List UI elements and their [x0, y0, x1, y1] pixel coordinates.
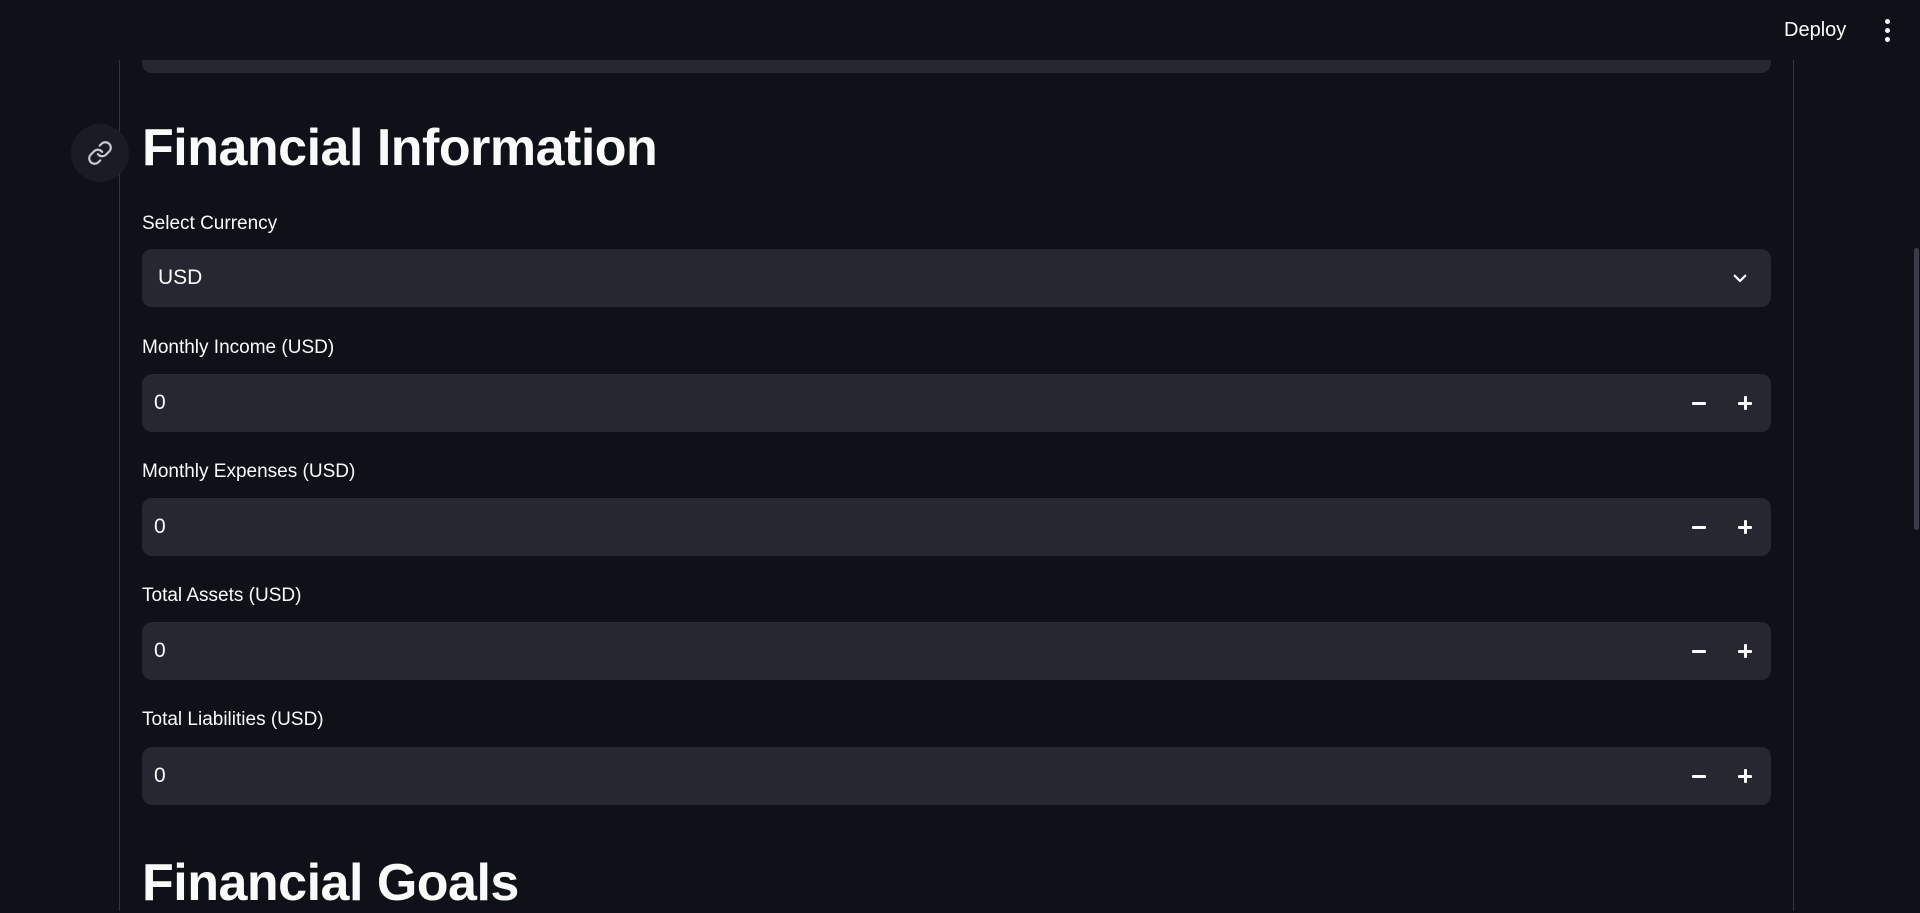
- currency-select[interactable]: USD: [142, 249, 1771, 307]
- chevron-down-icon: [1731, 269, 1749, 287]
- plus-icon: [1738, 396, 1752, 410]
- monthly-income-increment-button[interactable]: [1723, 374, 1767, 432]
- link-icon[interactable]: [71, 124, 129, 182]
- total-liabilities-field: [142, 747, 1771, 805]
- kebab-menu-icon[interactable]: [1872, 14, 1902, 46]
- monthly-income-decrement-button[interactable]: [1677, 374, 1721, 432]
- total-liabilities-label: Total Liabilities (USD): [142, 709, 324, 731]
- total-assets-input[interactable]: [154, 622, 1654, 680]
- plus-icon: [1738, 644, 1752, 658]
- scrollbar-thumb[interactable]: [1914, 248, 1919, 530]
- plus-icon: [1738, 520, 1752, 534]
- total-assets-label: Total Assets (USD): [142, 585, 301, 607]
- total-assets-decrement-button[interactable]: [1677, 622, 1721, 680]
- monthly-expenses-input[interactable]: [154, 498, 1654, 556]
- monthly-income-field: [142, 374, 1771, 432]
- total-liabilities-increment-button[interactable]: [1723, 747, 1767, 805]
- financial-goals-heading: Financial Goals: [142, 853, 519, 913]
- minus-icon: [1692, 650, 1706, 653]
- plus-icon: [1738, 769, 1752, 783]
- monthly-expenses-field: [142, 498, 1771, 556]
- total-liabilities-decrement-button[interactable]: [1677, 747, 1721, 805]
- content-left-divider: [119, 60, 120, 911]
- monthly-expenses-label: Monthly Expenses (USD): [142, 461, 355, 483]
- currency-selected-value: USD: [158, 249, 202, 307]
- deploy-button[interactable]: Deploy: [1772, 15, 1858, 45]
- monthly-income-input[interactable]: [154, 374, 1654, 432]
- minus-icon: [1692, 775, 1706, 778]
- monthly-expenses-decrement-button[interactable]: [1677, 498, 1721, 556]
- total-liabilities-input[interactable]: [154, 747, 1654, 805]
- minus-icon: [1692, 526, 1706, 529]
- total-assets-increment-button[interactable]: [1723, 622, 1767, 680]
- financial-information-heading: Financial Information: [142, 118, 657, 178]
- select-currency-label: Select Currency: [142, 213, 277, 235]
- minus-icon: [1692, 402, 1706, 405]
- content-right-divider: [1793, 60, 1794, 911]
- monthly-income-label: Monthly Income (USD): [142, 337, 334, 359]
- top-bar: Deploy: [0, 0, 1920, 60]
- monthly-expenses-increment-button[interactable]: [1723, 498, 1767, 556]
- total-assets-field: [142, 622, 1771, 680]
